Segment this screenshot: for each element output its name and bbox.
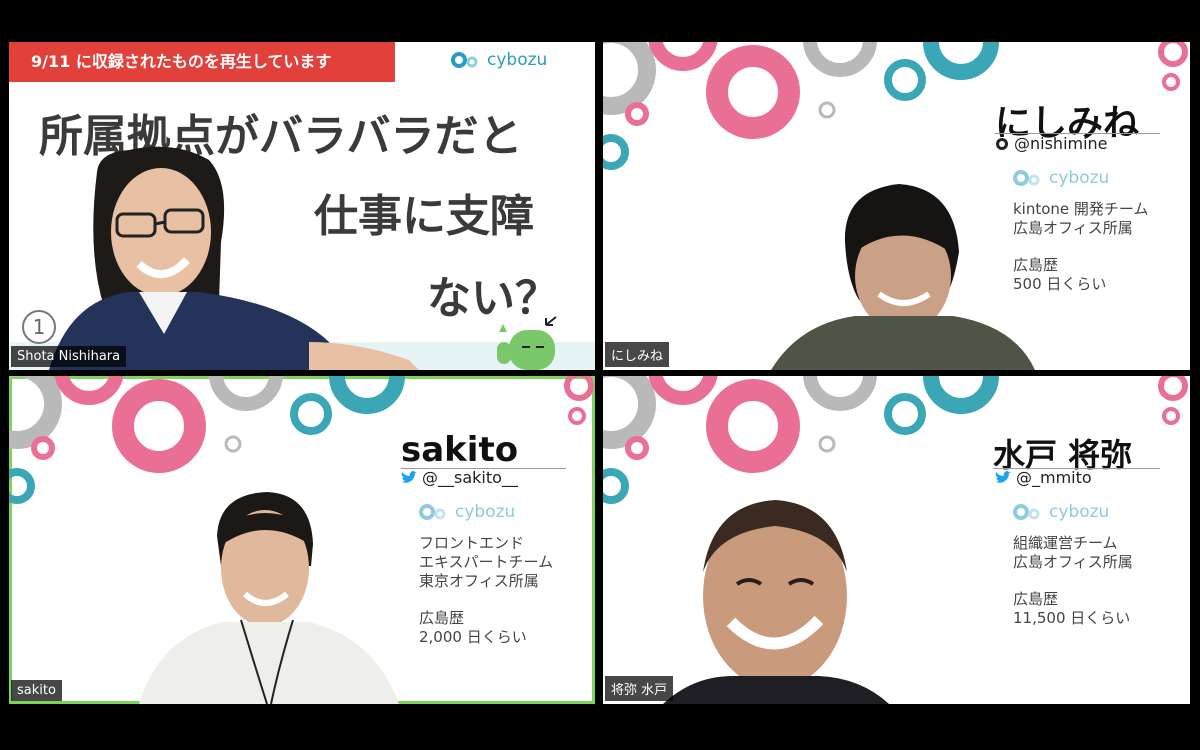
participant-name-tag: にしみね <box>605 342 670 367</box>
participant-video <box>771 184 1035 370</box>
participant-video <box>139 492 399 704</box>
participant-name-tag: 将弥 水戸 <box>605 676 674 701</box>
presenter-video <box>49 146 419 370</box>
zoom-watermark: zoom <box>1013 613 1158 678</box>
zoom-gallery-view: 9/11 に収録されたものを再生しています cybozu 所属拠点がバラバラだと… <box>0 0 1200 750</box>
video-tile-sakito[interactable]: sakito @__sakito__ cybozu フロントエンド エキスパート… <box>9 376 595 704</box>
video-tile-shota[interactable]: 9/11 に収録されたものを再生しています cybozu 所属拠点がバラバラだと… <box>9 42 595 370</box>
video-tile-mito[interactable]: 水戸 将弥 @_mmito cybozu 組織運営チーム 広島オフィス所属 広島… <box>603 376 1190 704</box>
participant-name-tag: sakito <box>11 680 62 701</box>
participant-name-tag: Shota Nishihara <box>11 346 127 367</box>
video-tile-nishimine[interactable]: にしみね @nishimine cybozu kintone 開発チーム 広島オ… <box>603 42 1190 370</box>
